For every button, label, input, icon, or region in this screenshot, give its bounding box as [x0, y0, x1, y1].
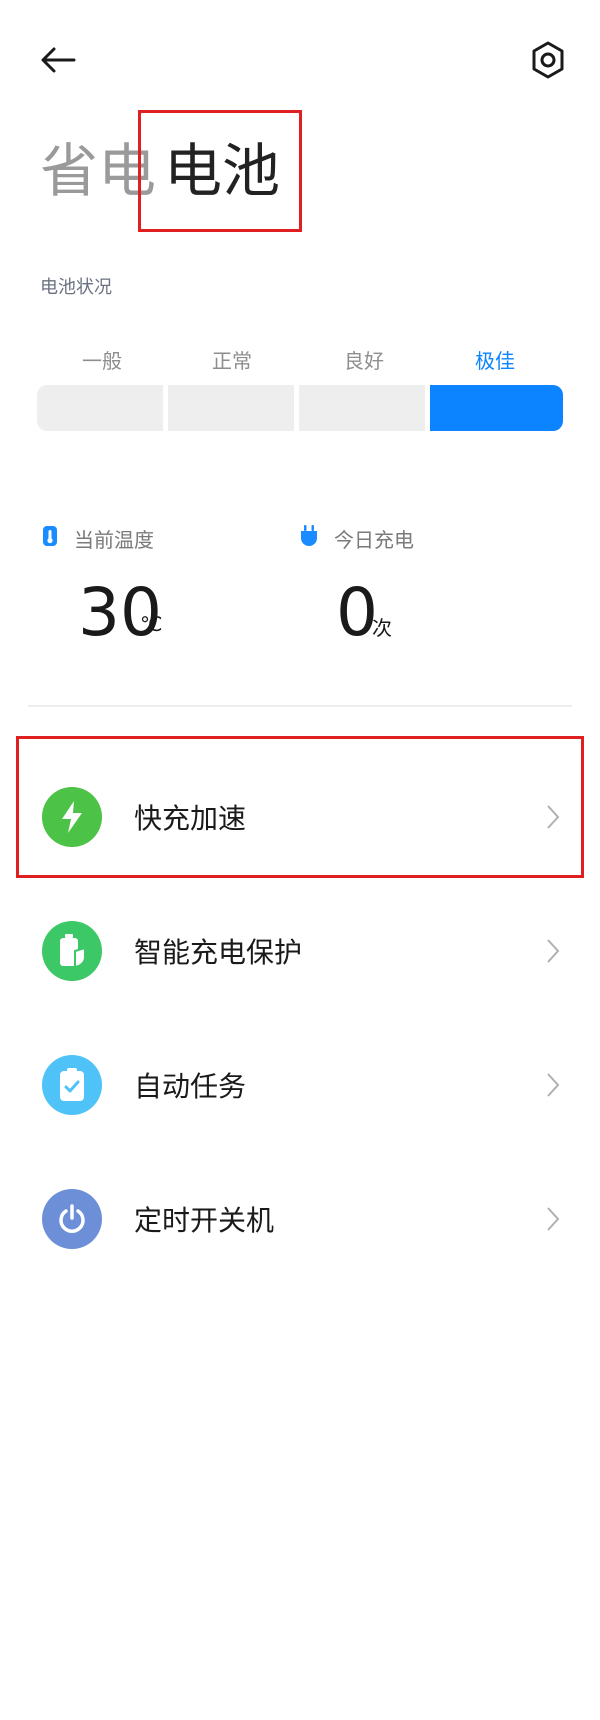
charges-today-title: 今日充电 [334, 528, 414, 552]
chevron-right-icon [547, 1207, 560, 1231]
back-button[interactable] [28, 30, 88, 90]
level-label-normal: 正常 [212, 349, 252, 373]
level-label-excellent: 极佳 [475, 349, 515, 373]
chevron-right-icon [547, 805, 560, 829]
battery-shield-icon [42, 921, 102, 981]
menu-list: 快充加速 智能充电保护 自动任务 定时开关机 [0, 757, 600, 1279]
chevron-right-icon [547, 939, 560, 963]
status-segment-normal [168, 385, 294, 431]
status-segment-good [299, 385, 425, 431]
level-label-fair: 一般 [82, 349, 122, 373]
menu-item-auto-tasks[interactable]: 自动任务 [0, 1025, 600, 1145]
menu-item-label: 快充加速 [134, 802, 247, 835]
menu-item-scheduled-power[interactable]: 定时开关机 [0, 1159, 600, 1279]
divider [28, 705, 572, 707]
arrow-left-icon [41, 47, 76, 73]
plug-icon [301, 525, 317, 546]
status-segment-excellent [430, 385, 563, 431]
temperature-title: 当前温度 [74, 528, 154, 552]
status-segment-fair [37, 385, 163, 431]
lightning-icon [42, 787, 102, 847]
menu-item-fast-charge[interactable]: 快充加速 [0, 757, 600, 877]
battery-status-title: 电池状况 [40, 277, 112, 298]
menu-item-label: 自动任务 [134, 1070, 247, 1103]
chevron-right-icon [547, 1073, 560, 1097]
hexagon-settings-icon [532, 41, 564, 79]
thermometer-icon [43, 526, 57, 546]
menu-item-smart-charge-protection[interactable]: 智能充电保护 [0, 891, 600, 1011]
temperature-unit: ℃ [140, 612, 163, 636]
menu-item-label: 智能充电保护 [134, 936, 303, 969]
level-label-good: 良好 [344, 349, 384, 373]
charges-today-unit: 次 [372, 616, 392, 640]
clipboard-check-icon [42, 1055, 102, 1115]
power-icon [42, 1189, 102, 1249]
tab-battery[interactable]: 电池 [164, 142, 280, 200]
settings-button[interactable] [518, 30, 578, 90]
menu-item-label: 定时开关机 [134, 1204, 275, 1237]
